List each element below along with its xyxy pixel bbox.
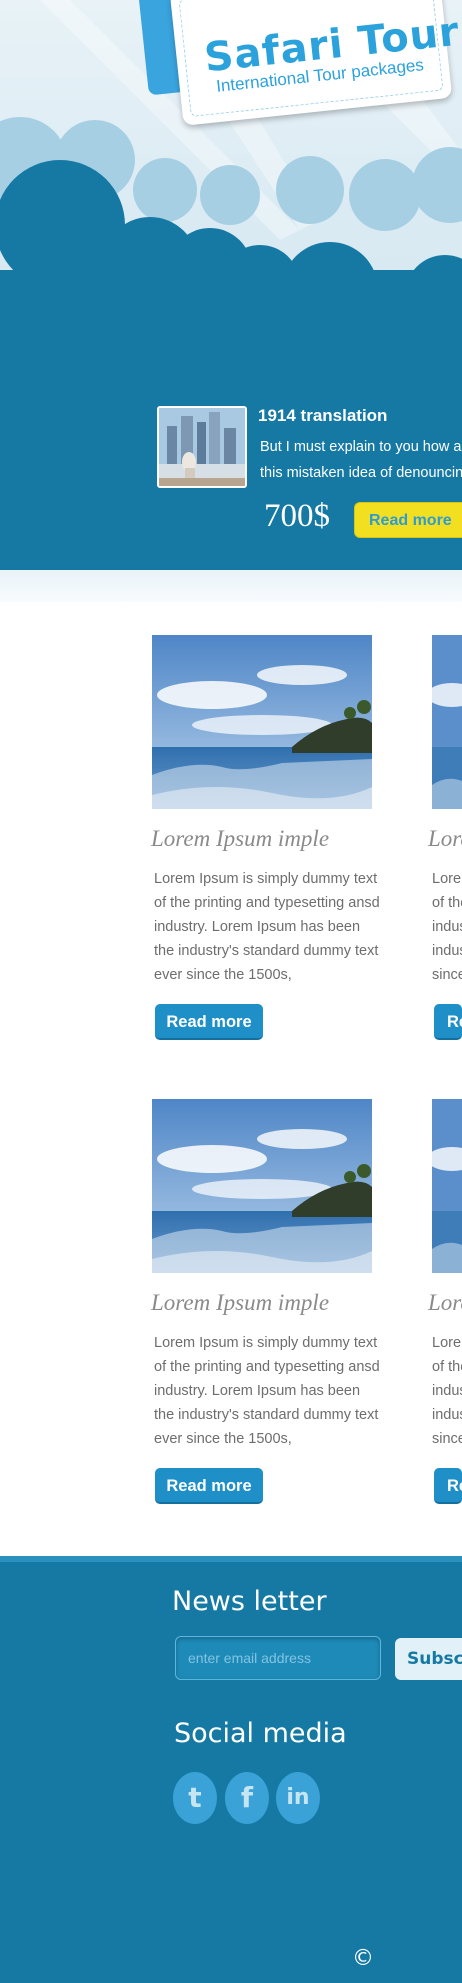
card-read-more-button[interactable]: Re	[434, 1468, 462, 1504]
card-title[interactable]: Lore	[428, 826, 462, 852]
featured-price: 700$	[264, 498, 330, 534]
featured-read-more-button[interactable]: Read more	[354, 502, 462, 538]
featured-description-line: this mistaken idea of denouncing	[260, 465, 462, 481]
copyright-symbol: ©	[352, 1946, 374, 1971]
facebook-icon[interactable]: f	[225, 1772, 269, 1824]
social-media-title: Social media	[174, 1718, 347, 1749]
card-read-more-button[interactable]: Re	[434, 1004, 462, 1040]
card-image-beach[interactable]	[432, 635, 462, 809]
card-image-beach[interactable]	[432, 1099, 462, 1273]
newsletter-title: News letter	[172, 1586, 327, 1617]
header-banner: Safari Tour International Tour packages …	[0, 0, 462, 570]
card-description: Lore of the indus indus since	[432, 1331, 462, 1451]
twitter-icon[interactable]: t	[173, 1772, 217, 1824]
card-read-more-button[interactable]: Read more	[155, 1468, 263, 1504]
card-image-beach[interactable]	[152, 635, 372, 809]
card-title[interactable]: Lorem Ipsum imple	[151, 1290, 329, 1316]
card-title[interactable]: Lorem Ipsum imple	[151, 826, 329, 852]
card-read-more-button[interactable]: Read more	[155, 1004, 263, 1040]
card-description: Lore of the indus indus since	[432, 867, 462, 987]
header-divider-band	[0, 570, 462, 602]
featured-description: But I must explain to you how all this m…	[260, 434, 462, 486]
card-description: Lorem Ipsum is simply dummy text of the …	[154, 871, 380, 983]
card-description-line: Lore	[432, 1335, 462, 1351]
card-description-line: indus	[432, 1407, 462, 1423]
footer: News letter Subscribe Social media t f i…	[0, 1556, 462, 1983]
footer-top-border	[0, 1556, 462, 1562]
card-description-line: indus	[432, 919, 462, 935]
linkedin-icon[interactable]: in	[276, 1772, 320, 1824]
card-description: Lorem Ipsum is simply dummy text of the …	[154, 1335, 380, 1447]
card-description-line: since	[432, 1431, 462, 1447]
card-description-line: of the	[432, 895, 462, 911]
featured-image[interactable]	[157, 406, 247, 488]
featured-description-line: But I must explain to you how all	[260, 439, 462, 455]
card-description-line: of the	[432, 1359, 462, 1375]
card-description-line: Lore	[432, 871, 462, 887]
card-description-line: indus	[432, 943, 462, 959]
card-description-line: since	[432, 967, 462, 983]
card-title[interactable]: Lore	[428, 1290, 462, 1316]
card-description-line: indus	[432, 1383, 462, 1399]
subscribe-button[interactable]: Subscribe	[395, 1638, 462, 1680]
featured-title[interactable]: 1914 translation	[258, 406, 387, 426]
card-image-beach[interactable]	[152, 1099, 372, 1273]
newsletter-email-input[interactable]	[175, 1636, 381, 1680]
